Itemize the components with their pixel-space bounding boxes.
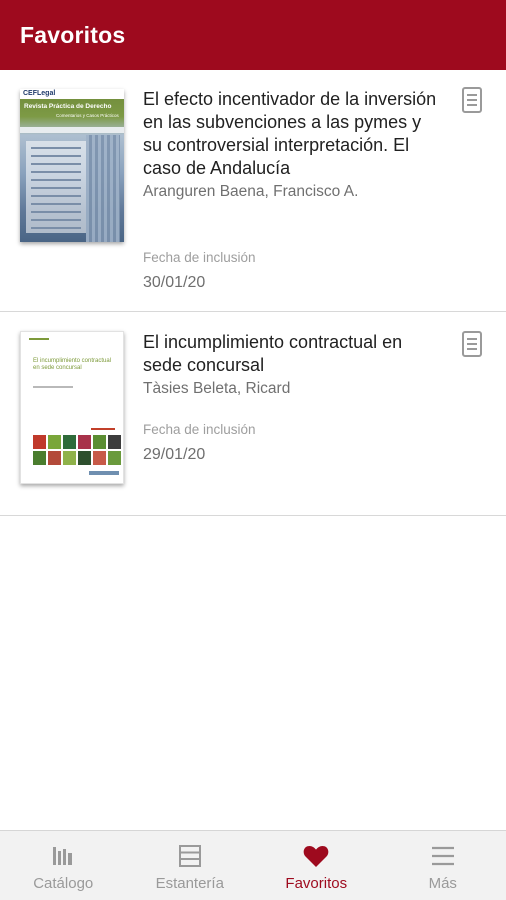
nav-catalogo[interactable]: Catálogo — [0, 831, 127, 900]
nav-label: Más — [428, 875, 457, 892]
item-text: El efecto incentivador de la inversión e… — [143, 88, 439, 202]
document-icon[interactable] — [461, 331, 483, 357]
nav-label: Catálogo — [33, 875, 94, 892]
nav-estanteria[interactable]: Estantería — [127, 831, 254, 900]
heart-icon — [303, 845, 329, 867]
date-label: Fecha de inclusión — [143, 422, 256, 437]
cover-title: El incumplimiento contractual en sede co… — [33, 358, 112, 371]
bottom-navigation: Catálogo Estantería Favoritos Más — [0, 830, 506, 900]
cover-publisher: CEFLegal — [23, 90, 56, 97]
item-author: Tàsies Beleta, Ricard — [143, 380, 291, 397]
list-item[interactable]: CEFLegal Revista Práctica de Derecho Com… — [0, 70, 506, 312]
date-label: Fecha de inclusión — [143, 250, 256, 265]
page-title: Favoritos — [20, 21, 126, 48]
catalog-icon — [53, 847, 73, 865]
list-item[interactable]: El incumplimiento contractual en sede co… — [0, 312, 506, 516]
favorites-list: CEFLegal Revista Práctica de Derecho Com… — [0, 70, 506, 516]
date-block: Fecha de inclusión 30/01/20 — [143, 250, 256, 292]
book-cover[interactable]: El incumplimiento contractual en sede co… — [20, 331, 124, 484]
item-text: El incumplimiento contractual en sede co… — [143, 331, 439, 399]
date-block: Fecha de inclusión 29/01/20 — [143, 422, 256, 464]
item-title[interactable]: El incumplimiento contractual en sede co… — [143, 331, 439, 377]
item-author: Aranguren Baena, Francisco A. — [143, 183, 359, 200]
date-value: 30/01/20 — [143, 274, 206, 291]
book-cover[interactable]: CEFLegal Revista Práctica de Derecho Com… — [20, 89, 124, 242]
item-title[interactable]: El efecto incentivador de la inversión e… — [143, 88, 439, 180]
nav-label: Favoritos — [285, 875, 348, 892]
menu-icon — [431, 846, 454, 866]
cover-journal: Revista Práctica de Derecho — [24, 103, 112, 110]
nav-mas[interactable]: Más — [380, 831, 506, 900]
app-bar: Favoritos — [0, 0, 506, 70]
nav-favoritos[interactable]: Favoritos — [253, 831, 380, 900]
document-icon[interactable] — [461, 87, 483, 113]
shelf-icon — [178, 845, 201, 867]
date-value: 29/01/20 — [143, 446, 206, 463]
nav-label: Estantería — [155, 875, 224, 892]
cover-subtitle: Comentarios y Casos Prácticos — [56, 113, 119, 118]
